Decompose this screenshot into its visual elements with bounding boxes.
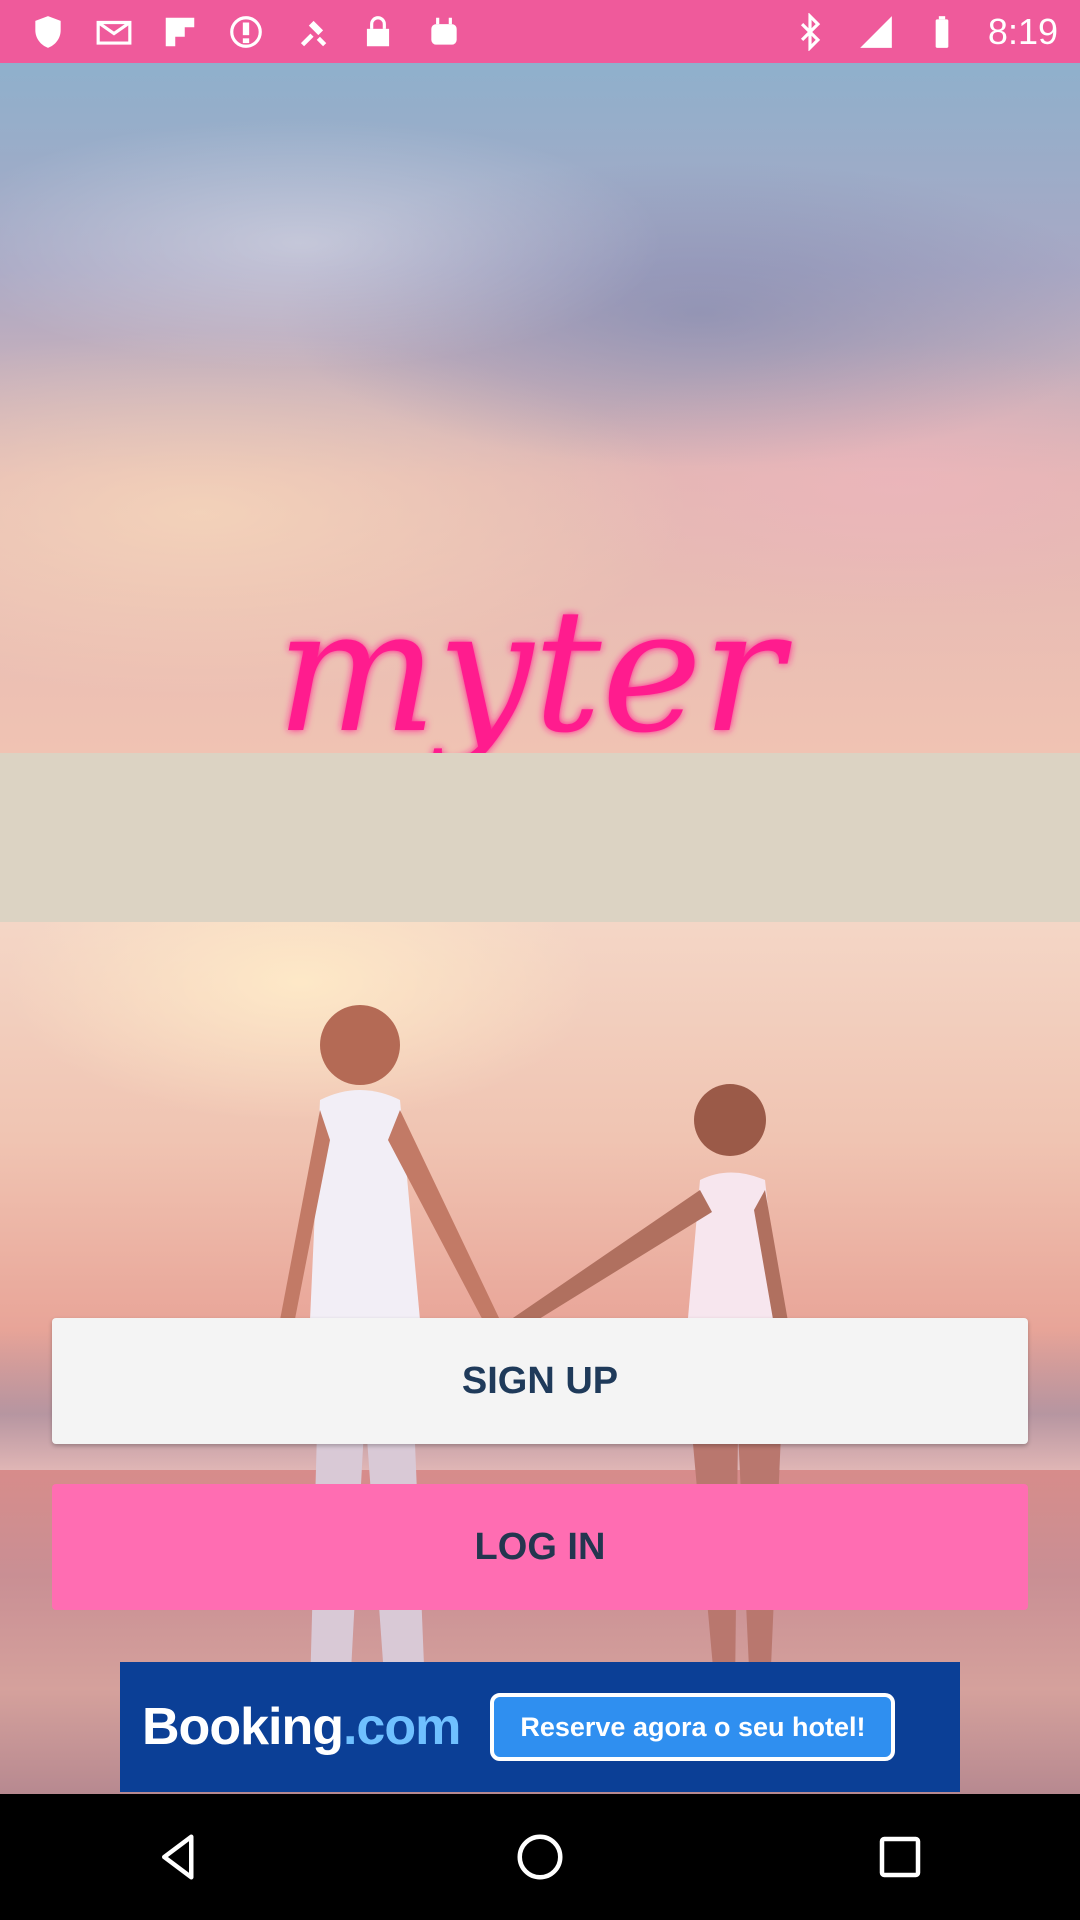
shield-icon — [28, 12, 68, 52]
back-icon — [162, 1834, 194, 1880]
recents-icon — [879, 1836, 921, 1878]
signal-icon — [856, 12, 896, 52]
recents-button[interactable] — [850, 1807, 950, 1907]
ad-brand-suffix: .com — [342, 1698, 461, 1756]
status-bar: 8:19 — [0, 0, 1080, 63]
ad-banner[interactable]: Booking.com Reserve agora o seu hotel! — [120, 1662, 960, 1792]
app-logo: myter — [270, 570, 830, 753]
alert-icon — [226, 12, 266, 52]
status-notifications — [28, 12, 464, 52]
ad-brand-logo: Booking.com — [142, 1697, 461, 1757]
sign-up-button[interactable]: SIGN UP — [52, 1318, 1028, 1444]
logo-text: myter — [276, 573, 792, 753]
back-button[interactable] — [130, 1807, 230, 1907]
clock: 8:19 — [987, 10, 1058, 52]
log-in-button[interactable]: LOG IN — [52, 1484, 1028, 1610]
home-button[interactable] — [490, 1807, 590, 1907]
lock-icon — [358, 12, 398, 52]
flipboard-icon — [160, 12, 200, 52]
bluetooth-icon — [790, 12, 830, 52]
banner-placeholder — [0, 753, 1080, 922]
navigation-bar — [0, 1794, 1080, 1920]
ad-brand-name: Booking — [142, 1698, 344, 1756]
status-system: 8:19 — [790, 11, 1058, 53]
battery-icon — [922, 12, 962, 52]
ad-cta-button[interactable]: Reserve agora o seu hotel! — [490, 1693, 896, 1761]
android-icon — [424, 12, 464, 52]
fake-gps-icon — [292, 12, 332, 52]
mail-icon — [94, 12, 134, 52]
home-icon — [517, 1834, 563, 1880]
